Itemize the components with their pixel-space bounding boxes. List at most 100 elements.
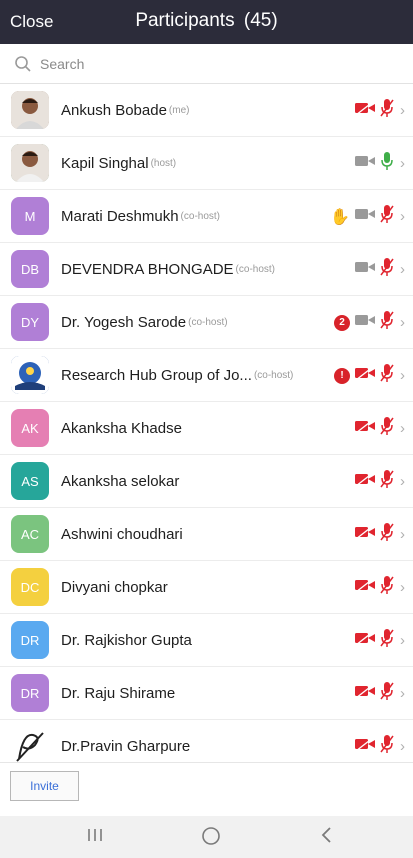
participant-name: Divyani chopkar — [61, 578, 168, 596]
participant-status: › — [354, 243, 405, 296]
participant-row[interactable]: DR Dr. Raju Shirame › — [0, 667, 413, 720]
participant-status: › — [354, 455, 405, 508]
invite-button[interactable]: Invite — [10, 771, 79, 801]
participant-row[interactable]: Kapil Singhal (host) › — [0, 137, 413, 190]
mic-muted-icon — [380, 522, 394, 547]
avatar — [11, 91, 49, 129]
system-navigation-bar — [0, 816, 413, 858]
chevron-right-icon: › — [400, 632, 405, 649]
avatar: DY — [11, 303, 49, 341]
chevron-right-icon: › — [400, 367, 405, 384]
avatar: AK — [11, 409, 49, 447]
mic-muted-icon — [380, 98, 394, 123]
participant-status: ! › — [334, 349, 405, 402]
avatar: DR — [11, 621, 49, 659]
mic-muted-icon — [380, 469, 394, 494]
participant-row[interactable]: DC Divyani chopkar › — [0, 561, 413, 614]
participant-role: (me) — [168, 104, 190, 116]
chevron-right-icon: › — [400, 102, 405, 119]
home-icon[interactable] — [199, 824, 223, 854]
participant-count: (45) — [243, 10, 278, 31]
header-bar: Close Participants (45) — [0, 0, 413, 44]
participant-name: Kapil Singhal — [61, 154, 149, 172]
participant-status: › — [354, 508, 405, 561]
participant-status: › — [354, 667, 405, 720]
participant-name: Ashwini choudhari — [61, 525, 183, 543]
notification-badge-icon: 2 — [334, 314, 350, 331]
avatar-initials: DY — [20, 314, 40, 330]
avatar: AS — [11, 462, 49, 500]
mic-muted-icon — [380, 734, 394, 759]
search-bar[interactable]: Search — [0, 44, 413, 84]
participant-row[interactable]: AK Akanksha Khadse › — [0, 402, 413, 455]
avatar-initials: M — [24, 208, 36, 224]
participant-name: Akanksha Khadse — [61, 419, 182, 437]
participant-role: (co-host) — [188, 316, 228, 328]
video-icon — [354, 312, 376, 333]
chevron-right-icon: › — [400, 526, 405, 543]
avatar: DR — [11, 674, 49, 712]
avatar — [11, 356, 49, 394]
chevron-right-icon: › — [400, 473, 405, 490]
avatar-initials: AC — [20, 526, 40, 542]
avatar-initials: DR — [20, 632, 40, 648]
video-off-icon — [354, 100, 376, 121]
mic-muted-icon — [380, 681, 394, 706]
participant-status: ✋ › — [330, 190, 405, 243]
participant-row[interactable]: DB DEVENDRA BHONGADE (co-host) › — [0, 243, 413, 296]
video-icon — [354, 153, 376, 174]
close-button[interactable]: Close — [10, 12, 53, 32]
video-off-icon — [354, 524, 376, 545]
chevron-right-icon: › — [400, 155, 405, 172]
participant-row[interactable]: Ankush Bobade (me) › — [0, 84, 413, 137]
avatar-initials: AS — [21, 473, 39, 489]
participant-name: Dr.Pravin Gharpure — [61, 737, 191, 755]
video-icon — [354, 259, 376, 280]
mic-muted-icon — [380, 628, 394, 653]
video-off-icon — [354, 630, 376, 651]
participant-status: › — [354, 402, 405, 455]
participant-name: Akanksha selokar — [61, 472, 180, 490]
participant-name: Dr. Raju Shirame — [61, 684, 176, 702]
search-input[interactable]: Search — [40, 56, 84, 72]
participant-status: 2 › — [334, 296, 405, 349]
chevron-right-icon: › — [400, 579, 405, 596]
participant-name: Research Hub Group of Jo... — [61, 366, 252, 384]
participant-row[interactable]: DY Dr. Yogesh Sarode (co-host) 2 › — [0, 296, 413, 349]
participant-status: › — [354, 614, 405, 667]
video-off-icon — [354, 365, 376, 386]
search-icon — [14, 55, 32, 73]
avatar: DB — [11, 250, 49, 288]
page-title: Participants (45) — [0, 10, 413, 32]
participant-row[interactable]: AS Akanksha selokar › — [0, 455, 413, 508]
back-icon[interactable] — [316, 824, 338, 852]
chevron-right-icon: › — [400, 208, 405, 225]
mic-muted-icon — [380, 416, 394, 441]
recent-apps-icon[interactable] — [84, 824, 106, 852]
mic-muted-icon — [380, 204, 394, 229]
avatar — [11, 727, 49, 765]
participant-name: Dr. Yogesh Sarode — [61, 313, 187, 331]
participant-row[interactable]: Research Hub Group of Jo... (co-host) ! › — [0, 349, 413, 402]
avatar-initials: AK — [21, 420, 39, 436]
avatar-initials: DC — [20, 579, 40, 595]
participant-role: (co-host) — [180, 210, 220, 222]
raised-hand-icon: ✋ — [330, 208, 350, 226]
mic-muted-icon — [380, 363, 394, 388]
participant-role: (co-host) — [253, 369, 294, 381]
avatar-initials: DB — [20, 261, 40, 277]
video-off-icon — [354, 736, 376, 757]
avatar — [11, 144, 49, 182]
chevron-right-icon: › — [400, 314, 405, 331]
participant-row[interactable]: DR Dr. Rajkishor Gupta › — [0, 614, 413, 667]
mic-muted-icon — [380, 310, 394, 335]
mic-on-icon — [380, 151, 394, 176]
chevron-right-icon: › — [400, 685, 405, 702]
avatar: DC — [11, 568, 49, 606]
participant-status: › — [354, 561, 405, 614]
participant-row[interactable]: M Marati Deshmukh (co-host) ✋ › — [0, 190, 413, 243]
participant-status: › — [354, 137, 405, 190]
participant-row[interactable]: AC Ashwini choudhari › — [0, 508, 413, 561]
chevron-right-icon: › — [400, 420, 405, 437]
video-off-icon — [354, 471, 376, 492]
